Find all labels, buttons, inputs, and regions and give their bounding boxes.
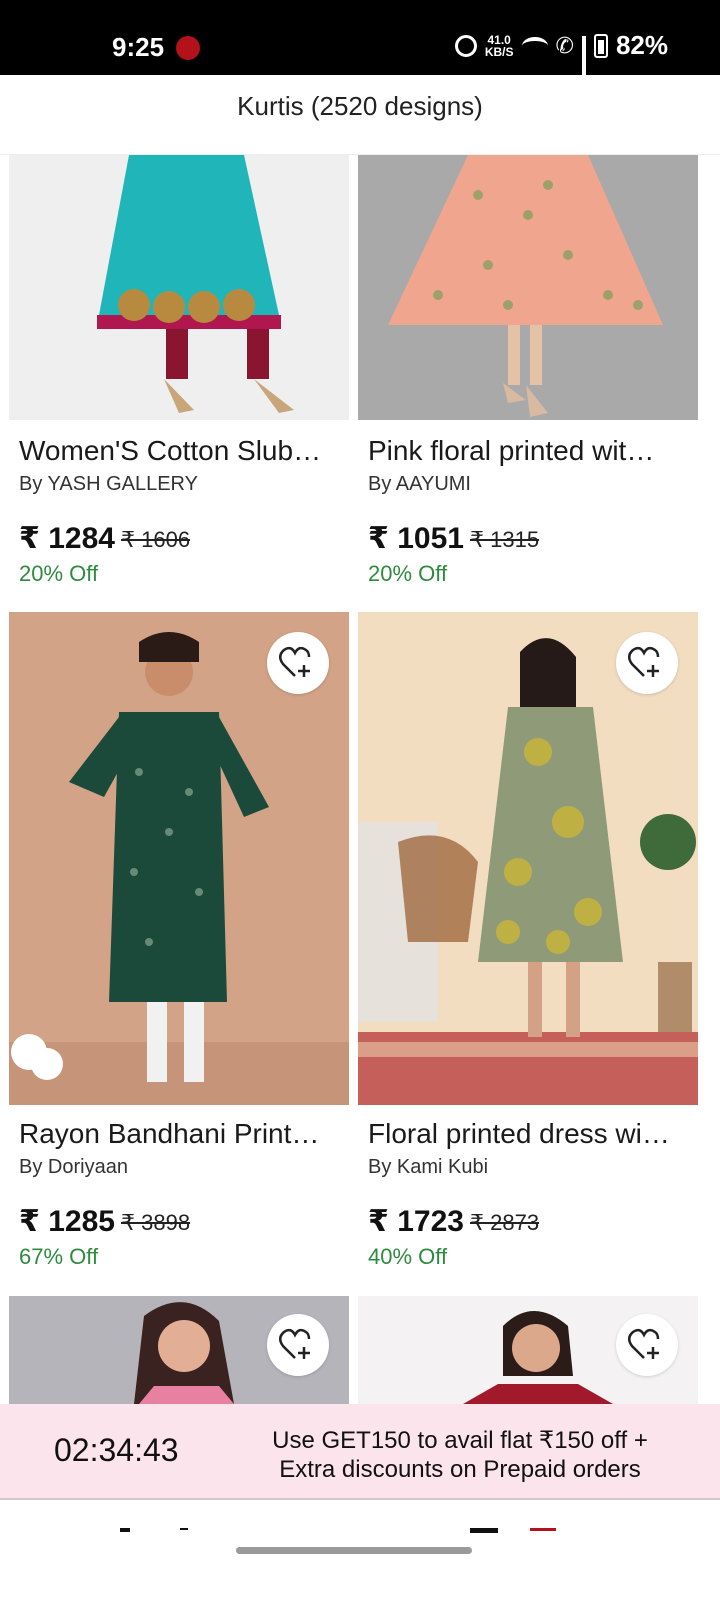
wishlist-button[interactable] (267, 1314, 329, 1376)
product-image[interactable] (358, 155, 698, 420)
product-brand: By YASH GALLERY (19, 473, 198, 495)
product-mrp: ₹ 2873 (470, 1210, 540, 1235)
gesture-bar[interactable] (236, 1547, 472, 1554)
product-image[interactable] (9, 612, 349, 1105)
battery-icon (593, 33, 608, 58)
status-time: 9:25 (112, 32, 165, 62)
nav-account-icon[interactable] (530, 1528, 556, 1531)
product-brand: By Doriyaan (19, 1156, 128, 1178)
countdown-timer: 02:34:43 (54, 1432, 179, 1468)
product-image[interactable] (358, 612, 698, 1105)
network-speed: 41.0 KB/S (485, 34, 514, 58)
wishlist-button[interactable] (616, 632, 678, 694)
wifi-icon (521, 36, 548, 55)
product-title[interactable]: Floral printed dress wi… (368, 1118, 670, 1150)
bottom-nav (0, 1500, 720, 1600)
heart-plus-icon (628, 1328, 660, 1359)
nav-categories-icon[interactable] (180, 1528, 188, 1530)
network-speed-unit: KB/S (484, 44, 514, 59)
promo-text: Use GET150 to avail flat ₹150 off + Extr… (240, 1426, 680, 1484)
product-card[interactable] (9, 1296, 349, 1406)
call-icon: ✆ (555, 32, 574, 58)
product-card[interactable] (358, 1296, 698, 1406)
product-title[interactable]: Rayon Bandhani Print… (19, 1118, 319, 1150)
page-title: Kurtis (2520 designs) (237, 91, 483, 121)
alarm-icon (454, 34, 477, 57)
wishlist-button[interactable] (616, 1314, 678, 1376)
status-icons: 41.0 KB/S ✆ 82% (454, 30, 668, 87)
heart-plus-icon (628, 646, 660, 677)
product-image[interactable] (9, 1296, 349, 1404)
product-card[interactable]: Floral printed dress wi… By Kami Kubi ₹ … (358, 612, 698, 1292)
product-brand: By Kami Kubi (368, 1156, 489, 1178)
product-price: ₹ 1051 (368, 522, 464, 555)
product-price: ₹ 1723 (368, 1205, 464, 1238)
red-app-icon (176, 36, 200, 60)
product-discount: 20% Off (19, 561, 99, 586)
battery-percent: 82% (615, 30, 668, 60)
signal-icon (581, 35, 586, 87)
nav-cart-icon[interactable] (470, 1528, 498, 1533)
product-brand: By AAYUMI (368, 473, 471, 495)
product-discount: 20% Off (368, 561, 448, 586)
product-mrp: ₹ 3898 (121, 1210, 191, 1235)
promo-line-2: Extra discounts on Prepaid orders (279, 1456, 641, 1483)
product-card[interactable]: Pink floral printed wit… By AAYUMI ₹ 105… (358, 155, 698, 610)
product-image[interactable] (358, 1296, 698, 1404)
product-card[interactable]: Rayon Bandhani Print… By Doriyaan ₹ 1285… (9, 612, 349, 1292)
product-discount: 40% Off (368, 1244, 448, 1269)
status-bar: 9:25 41.0 KB/S ✆ 82% (0, 0, 720, 87)
product-card[interactable]: Women'S Cotton Slub… By YASH GALLERY ₹ 1… (9, 155, 349, 610)
product-mrp: ₹ 1606 (121, 527, 191, 552)
product-discount: 67% Off (19, 1244, 99, 1269)
product-price: ₹ 1284 (19, 522, 115, 555)
heart-plus-icon (279, 646, 311, 677)
product-title[interactable]: Pink floral printed wit… (368, 435, 654, 467)
product-image[interactable] (9, 155, 349, 420)
product-mrp: ₹ 1315 (470, 527, 540, 552)
nav-home-icon[interactable] (120, 1528, 130, 1532)
promo-banner[interactable]: 02:34:43 Use GET150 to avail flat ₹150 o… (0, 1404, 720, 1500)
wishlist-button[interactable] (267, 632, 329, 694)
product-title[interactable]: Women'S Cotton Slub… (19, 435, 321, 467)
promo-line-1: Use GET150 to avail flat ₹150 off + (272, 1427, 648, 1454)
page-header: Kurtis (2520 designs) (0, 75, 720, 155)
heart-plus-icon (279, 1328, 311, 1359)
product-price: ₹ 1285 (19, 1205, 115, 1238)
